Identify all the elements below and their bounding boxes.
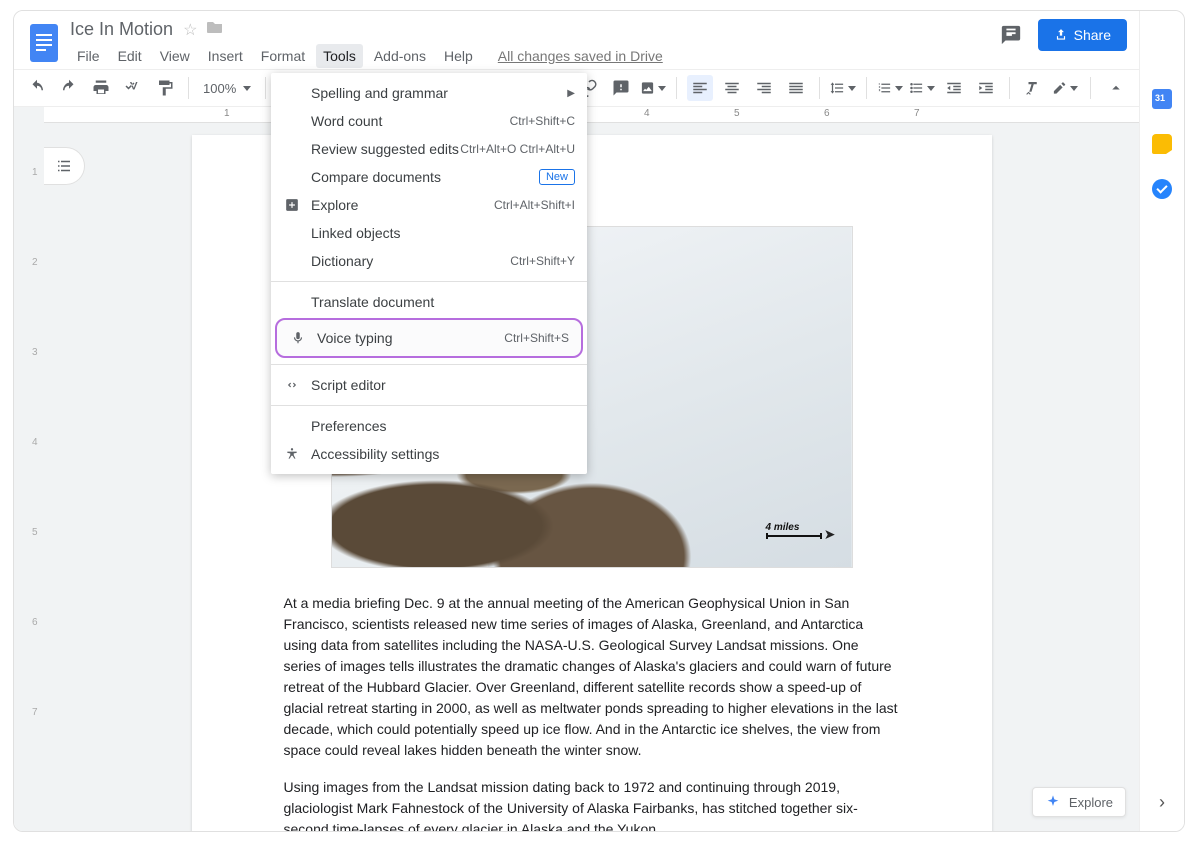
insert-image-icon[interactable] [640, 75, 666, 101]
spellcheck-icon[interactable] [120, 75, 146, 101]
docs-app: Ice In Motion ☆ File Edit View Insert Fo… [14, 11, 1139, 831]
paragraph[interactable]: At a media briefing Dec. 9 at the annual… [284, 593, 900, 761]
menu-item-compare[interactable]: Compare documentsNew [271, 163, 587, 191]
menu-item-wordcount[interactable]: Word countCtrl+Shift+C [271, 107, 587, 135]
share-button[interactable]: Share [1038, 19, 1127, 51]
menu-item-dictionary[interactable]: DictionaryCtrl+Shift+Y [271, 247, 587, 275]
docs-logo-icon[interactable] [26, 19, 62, 67]
code-icon [283, 378, 301, 392]
menu-item-review-edits[interactable]: Review suggested editsCtrl+Alt+O Ctrl+Al… [271, 135, 587, 163]
app-window: › Ice In Motion ☆ File Edit View [13, 10, 1185, 832]
share-label: Share [1074, 27, 1111, 43]
menu-item-spelling[interactable]: Spelling and grammar▶ [271, 79, 587, 107]
explore-icon [283, 198, 301, 212]
tools-menu: Spelling and grammar▶ Word countCtrl+Shi… [271, 73, 587, 474]
numbered-list-icon[interactable] [877, 75, 903, 101]
undo-icon[interactable] [24, 75, 50, 101]
save-status[interactable]: All changes saved in Drive [498, 48, 663, 64]
menu-insert[interactable]: Insert [201, 44, 250, 68]
move-folder-icon[interactable] [207, 20, 223, 39]
menu-item-explore[interactable]: ExploreCtrl+Alt+Shift+I [271, 191, 587, 219]
menu-item-preferences[interactable]: Preferences [271, 412, 587, 440]
cursor-icon: ➤ [824, 526, 836, 543]
menu-edit[interactable]: Edit [111, 44, 149, 68]
menu-format[interactable]: Format [254, 44, 312, 68]
bulleted-list-icon[interactable] [909, 75, 935, 101]
menu-view[interactable]: View [153, 44, 197, 68]
clear-formatting-icon[interactable] [1020, 75, 1046, 101]
print-icon[interactable] [88, 75, 114, 101]
title-bar: Ice In Motion ☆ File Edit View Insert Fo… [14, 11, 1139, 69]
collapse-sidepanel-icon[interactable]: › [1159, 792, 1165, 813]
page-canvas[interactable]: 4 miles ➤ At a media briefing Dec. 9 at … [44, 123, 1139, 831]
menu-help[interactable]: Help [437, 44, 480, 68]
star-icon[interactable]: ☆ [183, 20, 197, 40]
mic-icon [289, 331, 307, 345]
paragraph[interactable]: Using images from the Landsat mission da… [284, 777, 900, 831]
editing-mode-icon[interactable] [1052, 75, 1078, 101]
accessibility-icon [283, 447, 301, 461]
menu-file[interactable]: File [70, 44, 107, 68]
menu-item-linked-objects[interactable]: Linked objects [271, 219, 587, 247]
indent-increase-icon[interactable] [973, 75, 999, 101]
calendar-icon[interactable] [1152, 89, 1172, 109]
menu-item-accessibility[interactable]: Accessibility settings [271, 440, 587, 468]
horizontal-ruler[interactable]: 1 2 3 4 5 6 7 [44, 107, 1139, 123]
keep-icon[interactable] [1152, 134, 1172, 154]
align-right-icon[interactable] [751, 75, 777, 101]
collapse-toolbar-icon[interactable] [1103, 75, 1129, 101]
document-body[interactable]: At a media briefing Dec. 9 at the annual… [284, 593, 900, 831]
paint-format-icon[interactable] [152, 75, 178, 101]
align-center-icon[interactable] [719, 75, 745, 101]
vertical-ruler: 1 2 3 4 5 6 7 [14, 107, 44, 831]
indent-decrease-icon[interactable] [941, 75, 967, 101]
menu-item-script-editor[interactable]: Script editor [271, 371, 587, 399]
comments-icon[interactable] [1000, 24, 1022, 46]
align-left-icon[interactable] [687, 75, 713, 101]
line-spacing-icon[interactable] [830, 75, 856, 101]
document-area: 1 2 3 4 5 6 7 [44, 107, 1139, 831]
tasks-icon[interactable] [1152, 179, 1172, 199]
zoom-select[interactable]: 100% [199, 81, 255, 96]
explore-button[interactable]: Explore [1032, 787, 1126, 817]
insert-comment-icon[interactable] [608, 75, 634, 101]
menu-item-voice-typing[interactable]: Voice typingCtrl+Shift+S [275, 318, 583, 358]
menu-addons[interactable]: Add-ons [367, 44, 433, 68]
menu-bar: File Edit View Insert Format Tools Add-o… [70, 44, 663, 68]
redo-icon[interactable] [56, 75, 82, 101]
document-title[interactable]: Ice In Motion [70, 19, 173, 40]
align-justify-icon[interactable] [783, 75, 809, 101]
menu-tools[interactable]: Tools [316, 44, 363, 68]
side-panel: › [1139, 11, 1184, 831]
menu-item-translate[interactable]: Translate document [271, 288, 587, 316]
scale-bar: 4 miles [766, 522, 822, 537]
